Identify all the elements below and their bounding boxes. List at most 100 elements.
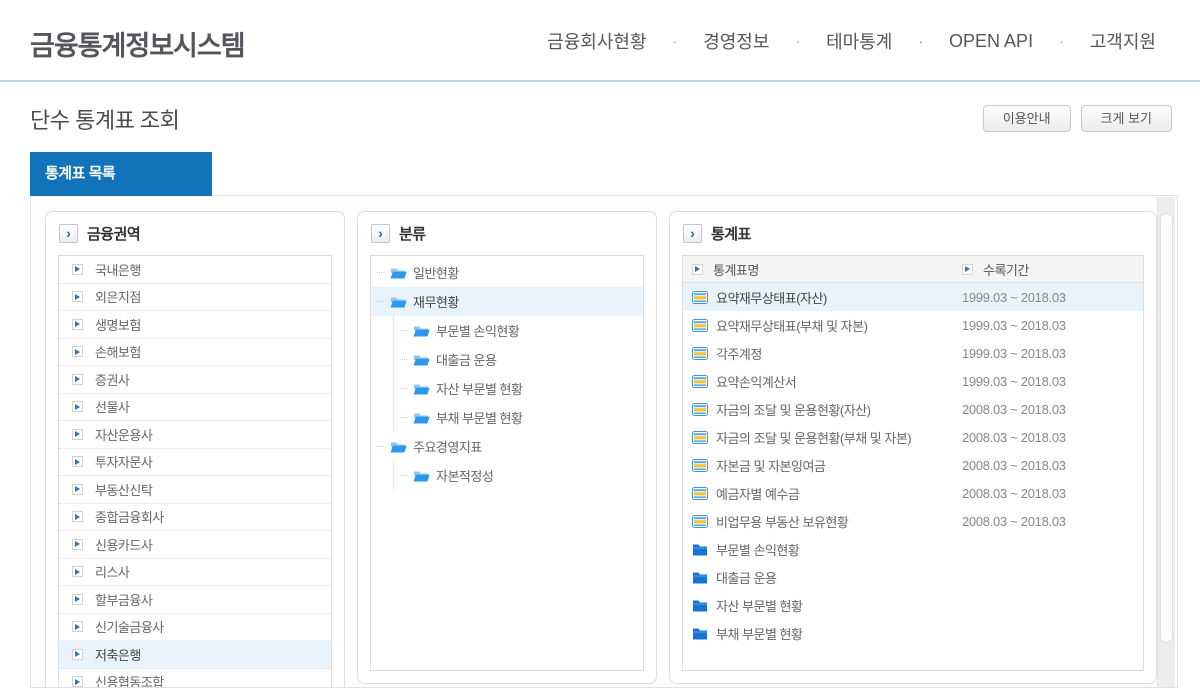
tree-node[interactable]: 부문별 손익현황 [394, 316, 643, 345]
panel-financial-sectors: › 금융권역 국내은행 외은지점 생명보험 손해보험 증권사 선물사 자산운용사… [45, 211, 345, 687]
nav-item-customer-support[interactable]: 고객지원 [1090, 28, 1156, 54]
open-folder-icon [413, 382, 430, 396]
sector-item[interactable]: 생명보험 [59, 311, 331, 339]
table-row[interactable]: 요약재무상태표(부채 및 자본) 1999.03 ~ 2018.03 [683, 311, 1143, 339]
usage-guide-button[interactable]: 이용안내 [982, 105, 1071, 132]
table-row-folder[interactable]: 부채 부문별 현황 [683, 619, 1143, 647]
table-row-selected[interactable]: 요약재무상태표(자산) 1999.03 ~ 2018.03 [683, 283, 1143, 311]
nav-item-management-info[interactable]: 경영정보 [703, 28, 769, 54]
play-icon [72, 483, 83, 495]
vertical-scrollbar[interactable] [1157, 197, 1175, 687]
period-value: 2008.03 ~ 2018.03 [962, 485, 1066, 501]
open-folder-icon [390, 440, 407, 454]
sector-item[interactable]: 신용협동조합 [59, 669, 331, 687]
panel-classification: › 분류 일반현황 재무현황 부문별 손익현황 대출금 운용 자산 부문별 현황… [357, 211, 657, 684]
page-title: 단수 통계표 조회 [30, 108, 180, 133]
tree-node-selected[interactable]: 재무현황 [371, 287, 643, 316]
tab-statistics-list[interactable]: 통계표 목록 [30, 152, 212, 196]
folder-icon [692, 571, 708, 584]
nav-item-financial-companies[interactable]: 금융회사현황 [547, 28, 646, 54]
table-icon [692, 346, 708, 360]
enlarge-view-button[interactable]: 크게 보기 [1080, 105, 1172, 132]
table-row-folder[interactable]: 부문별 손익현황 [683, 535, 1143, 563]
classification-tree: 일반현황 재무현황 부문별 손익현황 대출금 운용 자산 부문별 현황 부채 부… [370, 255, 644, 671]
column-header-name: 통계표명 [713, 262, 759, 278]
period-value: 1999.03 ~ 2018.03 [962, 345, 1066, 361]
play-icon [72, 538, 83, 550]
play-icon [72, 648, 83, 660]
statistics-browser: › 금융권역 국내은행 외은지점 생명보험 손해보험 증권사 선물사 자산운용사… [30, 195, 1178, 688]
table-row-folder[interactable]: 대출금 운용 [683, 563, 1143, 591]
play-icon [72, 373, 83, 385]
title-buttons: 이용안내 크게 보기 [982, 105, 1172, 132]
sector-item[interactable]: 증권사 [59, 366, 331, 394]
sector-item[interactable]: 할부금융사 [59, 586, 331, 614]
sector-item-selected[interactable]: 저축은행 [59, 641, 331, 669]
panel-header: › 금융권역 [46, 212, 344, 255]
sector-item[interactable]: 리스사 [59, 559, 331, 586]
open-folder-icon [413, 411, 430, 425]
chevron-right-icon: › [59, 224, 78, 243]
play-icon [72, 676, 83, 687]
table-row-folder[interactable]: 자산 부문별 현황 [683, 591, 1143, 619]
sector-item[interactable]: 신기술금융사 [59, 614, 331, 641]
sector-item[interactable]: 자산운용사 [59, 421, 331, 449]
period-value: 1999.03 ~ 2018.03 [962, 373, 1066, 389]
table-row[interactable]: 자금의 조달 및 운용현황(부채 및 자본) 2008.03 ~ 2018.03 [683, 423, 1143, 451]
panel-statistics-tables: › 통계표 통계표명 수록기간 요약재무상태표(자산) 1999.03 ~ 201… [669, 211, 1157, 684]
play-icon [72, 511, 83, 523]
table-header-row: 통계표명 수록기간 [683, 256, 1143, 283]
period-value: 2008.03 ~ 2018.03 [962, 513, 1066, 529]
tree-node[interactable]: 주요경영지표 [371, 432, 643, 461]
sector-item[interactable]: 국내은행 [59, 256, 331, 284]
sector-list: 국내은행 외은지점 생명보험 손해보험 증권사 선물사 자산운용사 투자자문사 … [58, 255, 332, 687]
main-nav: 금융회사현황 · 경영정보 · 테마통계 · OPEN API · 고객지원 [547, 28, 1156, 54]
play-icon [72, 621, 83, 633]
folder-icon [692, 599, 708, 612]
sector-item[interactable]: 손해보험 [59, 339, 331, 366]
table-row[interactable]: 비업무용 부동산 보유현황 2008.03 ~ 2018.03 [683, 507, 1143, 535]
nav-item-theme-stats[interactable]: 테마통계 [826, 28, 892, 54]
tree-node[interactable]: 자본적정성 [394, 461, 643, 490]
nav-separator: · [795, 33, 801, 49]
nav-separator: · [1059, 33, 1064, 49]
table-row[interactable]: 예금자별 예수금 2008.03 ~ 2018.03 [683, 479, 1143, 507]
play-icon [72, 346, 83, 358]
play-icon [72, 456, 83, 468]
tree-node[interactable]: 부채 부문별 현황 [394, 403, 643, 432]
open-folder-icon [413, 324, 430, 338]
sector-item[interactable]: 선물사 [59, 394, 331, 421]
play-icon [72, 428, 83, 440]
nav-separator: · [918, 33, 924, 49]
sector-item[interactable]: 신용카드사 [59, 531, 331, 559]
play-icon [72, 566, 83, 578]
table-row[interactable]: 자본금 및 자본잉여금 2008.03 ~ 2018.03 [683, 451, 1143, 479]
open-folder-icon [413, 469, 430, 483]
sector-item[interactable]: 외은지점 [59, 284, 331, 311]
tree-node[interactable]: 자산 부문별 현황 [394, 374, 643, 403]
tree-node[interactable]: 일반현황 [371, 258, 643, 287]
column-header-period: 수록기간 [983, 262, 1029, 278]
nav-item-open-api[interactable]: OPEN API [949, 31, 1033, 52]
folder-icon [692, 543, 708, 556]
table-row[interactable]: 요약손익계산서 1999.03 ~ 2018.03 [683, 367, 1143, 395]
play-icon [72, 318, 83, 330]
sector-item[interactable]: 종합금융회사 [59, 504, 331, 531]
open-folder-icon [390, 295, 407, 309]
panel-title: 통계표 [711, 226, 751, 243]
panel-header: › 통계표 [670, 212, 1156, 255]
tree-node[interactable]: 대출금 운용 [394, 345, 643, 374]
table-icon [692, 402, 708, 416]
panel-title: 금융권역 [87, 226, 141, 243]
play-icon [72, 401, 83, 413]
table-icon [692, 486, 708, 500]
app-logo[interactable]: 금융통계정보시스템 [30, 24, 246, 63]
table-icon [692, 374, 708, 388]
sector-item[interactable]: 부동산신탁 [59, 476, 331, 504]
table-row[interactable]: 자금의 조달 및 운용현황(자산) 2008.03 ~ 2018.03 [683, 395, 1143, 423]
sector-item[interactable]: 투자자문사 [59, 449, 331, 476]
period-value: 1999.03 ~ 2018.03 [962, 289, 1066, 305]
scrollbar-thumb[interactable] [1160, 213, 1173, 643]
table-row[interactable]: 각주계정 1999.03 ~ 2018.03 [683, 339, 1143, 367]
play-icon [72, 263, 83, 275]
